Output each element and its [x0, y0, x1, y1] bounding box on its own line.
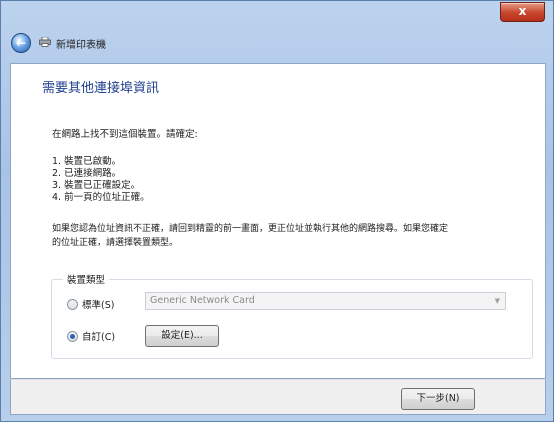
close-button[interactable]: x — [500, 2, 545, 22]
checklist-item: 4. 前一頁的位址正確。 — [52, 192, 150, 203]
intro-text: 在網路上找不到這個裝置。請確定: — [52, 129, 198, 140]
standard-radio-label: 標準(S) — [82, 300, 115, 311]
standard-device-value: Generic Network Card — [150, 295, 255, 306]
wizard-footer: 下一步(N) — [10, 379, 546, 415]
standard-radio[interactable] — [67, 299, 78, 310]
custom-radio[interactable] — [67, 331, 78, 342]
page-heading: 需要其他連接埠資訊 — [42, 81, 160, 96]
note-text-line1: 如果您認為位址資訊不正確，請回到精靈的前一畫面，更正位址並執行其他的網路搜尋。如… — [52, 224, 449, 234]
wizard-content: 需要其他連接埠資訊 在網路上找不到這個裝置。請確定: 1. 裝置已啟動。 2. … — [10, 63, 546, 379]
device-type-group — [51, 279, 533, 359]
window-frame: x ← 新增印表機 需要其他連接埠資訊 在網路上找不到這個裝置。請確定: 1. … — [0, 0, 554, 422]
custom-radio-label: 自訂(C) — [82, 332, 116, 343]
printer-icon — [39, 37, 51, 47]
device-type-label: 裝置類型 — [63, 272, 110, 286]
next-button[interactable]: 下一步(N) — [401, 388, 475, 410]
chevron-down-icon: ▼ — [494, 297, 500, 305]
settings-button[interactable]: 設定(E)... — [145, 325, 219, 347]
title-bar: x ← 新增印表機 — [1, 1, 553, 61]
window-title: 新增印表機 — [56, 40, 106, 51]
standard-device-select[interactable]: Generic Network Card ▼ — [145, 292, 506, 310]
note-text-line2: 的位址正確，請選擇裝置類型。 — [52, 238, 179, 248]
back-arrow-icon[interactable]: ← — [11, 33, 31, 53]
